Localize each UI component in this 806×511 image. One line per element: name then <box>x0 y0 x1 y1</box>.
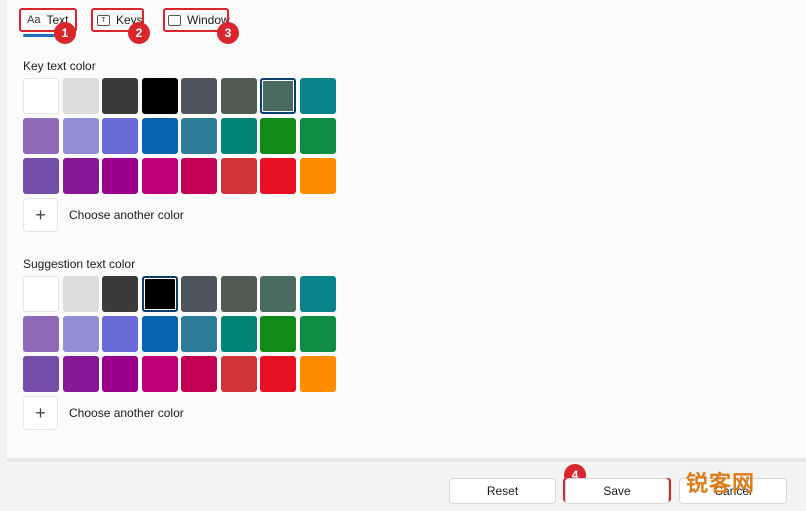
key-color-swatch-10[interactable] <box>62 118 99 154</box>
suggestion-color-swatch-20[interactable] <box>141 356 178 392</box>
suggestion-color-swatch-9[interactable] <box>23 316 59 352</box>
key-color-swatch-6[interactable] <box>220 78 257 114</box>
key-color-swatch-20[interactable] <box>141 158 178 194</box>
suggestion-choose-another-color[interactable]: + Choose another color <box>23 396 184 430</box>
key-choose-another-color[interactable]: + Choose another color <box>23 198 184 232</box>
choose-another-color-label: Choose another color <box>69 406 184 420</box>
key-color-swatch-7[interactable] <box>260 78 296 114</box>
suggestion-color-swatch-3[interactable] <box>102 276 138 312</box>
key-color-swatch-13[interactable] <box>181 118 217 154</box>
suggestion-color-swatch-19[interactable] <box>102 356 138 392</box>
plus-icon: + <box>23 396 58 430</box>
key-color-swatch-1[interactable] <box>23 78 59 114</box>
annotation-badge-2: 2 <box>128 22 150 44</box>
key-color-swatch-3[interactable] <box>102 78 138 114</box>
suggestion-color-swatch-24[interactable] <box>299 356 336 392</box>
key-color-swatch-2[interactable] <box>62 78 99 114</box>
suggestion-color-swatch-8[interactable] <box>299 276 336 312</box>
reset-button[interactable]: Reset <box>449 478 556 504</box>
key-color-swatch-16[interactable] <box>299 118 336 154</box>
key-color-swatch-12[interactable] <box>141 118 178 154</box>
tab-selected-indicator <box>23 34 55 37</box>
suggestion-color-swatch-4[interactable] <box>141 276 178 312</box>
key-color-swatch-24[interactable] <box>299 158 336 194</box>
key-color-swatch-23[interactable] <box>260 158 296 194</box>
suggestion-color-swatch-22[interactable] <box>220 356 257 392</box>
choose-another-color-label: Choose another color <box>69 208 184 222</box>
suggestion-text-color-label: Suggestion text color <box>23 257 136 271</box>
footer-divider <box>7 458 806 462</box>
plus-icon: + <box>23 198 58 232</box>
suggestion-color-swatch-7[interactable] <box>260 276 296 312</box>
key-text-color-label: Key text color <box>23 59 96 73</box>
key-color-swatch-21[interactable] <box>181 158 217 194</box>
suggestion-color-swatch-5[interactable] <box>181 276 217 312</box>
suggestion-color-swatch-12[interactable] <box>141 316 178 352</box>
key-color-swatch-15[interactable] <box>260 118 296 154</box>
key-color-swatch-8[interactable] <box>299 78 336 114</box>
suggestion-color-swatch-11[interactable] <box>102 316 138 352</box>
suggestion-color-swatch-15[interactable] <box>260 316 296 352</box>
suggestion-color-swatch-13[interactable] <box>181 316 217 352</box>
suggestion-color-swatch-14[interactable] <box>220 316 257 352</box>
suggestion-color-swatch-18[interactable] <box>62 356 99 392</box>
key-color-swatch-9[interactable] <box>23 118 59 154</box>
suggestion-color-swatch-23[interactable] <box>260 356 296 392</box>
suggestion-color-swatch-21[interactable] <box>181 356 217 392</box>
key-color-swatch-19[interactable] <box>102 158 138 194</box>
key-color-swatch-4[interactable] <box>141 78 178 114</box>
suggestion-color-swatch-6[interactable] <box>220 276 257 312</box>
suggestion-color-swatch-1[interactable] <box>23 276 59 312</box>
suggestion-color-swatch-17[interactable] <box>23 356 59 392</box>
key-text-color-grid <box>23 78 336 194</box>
key-color-swatch-11[interactable] <box>102 118 138 154</box>
key-color-swatch-17[interactable] <box>23 158 59 194</box>
suggestion-text-color-grid <box>23 276 336 392</box>
key-color-swatch-5[interactable] <box>181 78 217 114</box>
suggestion-color-swatch-16[interactable] <box>299 316 336 352</box>
annotation-badge-1: 1 <box>54 22 76 44</box>
key-color-swatch-18[interactable] <box>62 158 99 194</box>
save-button[interactable]: Save <box>565 478 669 504</box>
key-color-swatch-22[interactable] <box>220 158 257 194</box>
suggestion-color-swatch-10[interactable] <box>62 316 99 352</box>
suggestion-color-swatch-2[interactable] <box>62 276 99 312</box>
key-color-swatch-14[interactable] <box>220 118 257 154</box>
annotation-badge-3: 3 <box>217 22 239 44</box>
watermark-logo: 锐客网 <box>686 471 756 496</box>
